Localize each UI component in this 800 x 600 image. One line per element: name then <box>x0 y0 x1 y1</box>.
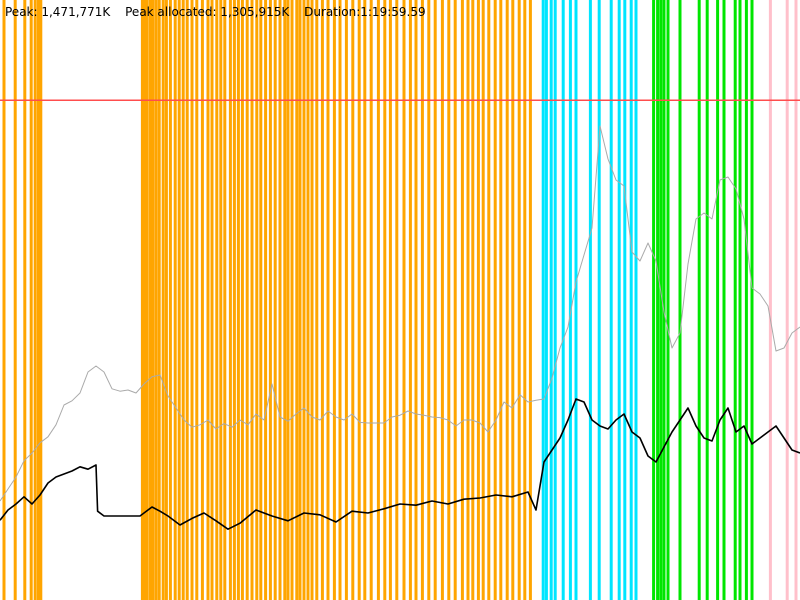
duration-label: Duration:1:19:59.59 <box>304 5 426 19</box>
peak-label: Peak: 1,471,771K <box>5 5 111 19</box>
phase-marks <box>2 0 798 600</box>
memory-chart <box>0 0 800 600</box>
peak-allocated-label: Peak allocated: 1,305,915K <box>125 5 290 19</box>
summary-header: Peak: 1,471,771K Peak allocated: 1,305,9… <box>5 5 437 19</box>
